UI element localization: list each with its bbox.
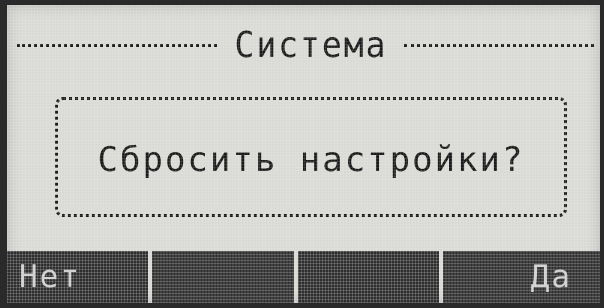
softkey-2[interactable] (152, 251, 293, 303)
dialog-message: Сбросить настройки? (97, 140, 525, 180)
confirm-dialog: Сбросить настройки? (55, 97, 567, 217)
title-divider-right (404, 44, 594, 47)
screen-title: Система (234, 23, 388, 66)
title-divider-left (17, 44, 217, 47)
softkey-yes[interactable]: Да (443, 251, 600, 303)
device-bezel: Система Сбросить настройки? Нет Да (0, 0, 604, 308)
lcd-screen: Система Сбросить настройки? Нет Да (7, 5, 600, 303)
softkey-3[interactable] (298, 251, 439, 303)
softkey-bar: Нет Да (7, 251, 600, 303)
title-bar: Система (7, 25, 600, 65)
softkey-no[interactable]: Нет (7, 251, 148, 303)
